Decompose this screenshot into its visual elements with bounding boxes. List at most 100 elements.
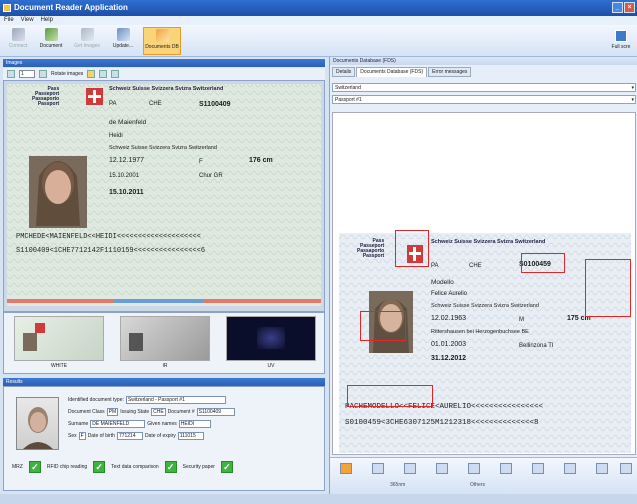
thumbnail-label-white: WHITE (50, 363, 68, 369)
text-compare-check-label: Text data comparison (111, 464, 159, 470)
connect-icon (11, 28, 25, 41)
light-coaxial-icon[interactable] (468, 463, 480, 474)
zoom-icon[interactable] (7, 70, 15, 78)
minimize-button[interactable]: _ (612, 2, 623, 13)
surname-field: DE MAIENFELD (90, 420, 146, 428)
refresh-icon[interactable] (111, 70, 120, 78)
update-icon (116, 28, 130, 41)
rfid-check-icon: ✓ (93, 461, 106, 473)
view-icon[interactable] (99, 70, 108, 78)
label-passport: Passport (37, 101, 60, 107)
documents-db-button[interactable]: Documents DB (143, 27, 181, 55)
doc-pob: Rittershausen bei Herzogenbuchsee BE (431, 329, 529, 335)
light-ovd-icon[interactable] (500, 463, 512, 474)
doc-height: 176 cm (249, 157, 273, 164)
light-white-icon[interactable] (340, 463, 352, 474)
right-panel-header: Documents Database (FDS) (330, 57, 637, 65)
light-extra-icon[interactable] (596, 463, 608, 474)
doc-code: CHE (469, 263, 482, 269)
database-icon (155, 29, 169, 42)
doc-class-field: PM (106, 408, 119, 416)
results-panel-header: Results (3, 378, 325, 386)
menu-help[interactable]: Help (41, 16, 53, 25)
mrz-line-2: S1100409<1CHE7712142F1110159<<<<<<<<<<<<… (16, 247, 206, 255)
check-region-photo (360, 311, 406, 341)
doc-dob: 12.02.1963 (431, 315, 467, 322)
doc-given: Heidi (109, 133, 123, 139)
doc-sex: F (199, 159, 203, 165)
thumbnail-uv[interactable] (226, 316, 316, 361)
connect-button[interactable]: Connect (3, 27, 33, 55)
passport-image-view[interactable]: Pass Passeport Passaporto Passport Schwe… (3, 80, 325, 312)
sex-field: F (78, 432, 86, 440)
security-paper-check-icon: ✓ (220, 461, 233, 473)
doc-expiry: 15.10.2011 (109, 189, 144, 196)
mrz-line-2: S0100459<3CHE6307125M1212318<<<<<<<<<<<<… (345, 419, 539, 427)
light-source-toolbar: 365nm Others (330, 457, 637, 494)
light-ir-icon[interactable] (372, 463, 384, 474)
doc-number-field: S1100409 (196, 408, 235, 416)
light-uv-icon[interactable] (404, 463, 416, 474)
document-button[interactable]: Document (36, 27, 66, 55)
chevron-down-icon: ▾ (631, 85, 634, 91)
page-number-input[interactable]: 1 (19, 70, 35, 78)
holder-photo (16, 397, 59, 450)
doc-issued: 15.10.2001 (109, 173, 140, 179)
get-images-button[interactable]: Get Images (72, 27, 102, 55)
doc-given: Felice Aurelio (431, 291, 468, 297)
fullscreen-icon (615, 30, 627, 42)
light-mode-icon[interactable] (564, 463, 576, 474)
reference-document-view[interactable]: Pass Passeport Passaporto Passport Schwe… (332, 112, 636, 455)
country-header: Schweiz Suisse Svizzera Svizra Switzerla… (109, 86, 224, 92)
doc-nationality: Schweiz Suisse Svizzera Svizra Switzerla… (109, 145, 217, 151)
menu-view[interactable]: View (21, 16, 34, 25)
light-icon[interactable] (87, 70, 96, 78)
mrz-check-label: MRZ (12, 464, 23, 470)
others-label[interactable]: Others (470, 482, 485, 488)
dob-field: 771214 (116, 432, 143, 440)
document-select[interactable]: Passport #1 ▾ (332, 95, 636, 104)
chevron-down-icon: ▾ (631, 97, 634, 103)
country-select[interactable]: Switzerland ▾ (332, 83, 636, 92)
doc-number: S1100409 (199, 101, 231, 108)
doc-pob: Chur GR (199, 173, 223, 179)
doc-code: CHE (149, 101, 162, 107)
right-tabs: Details Documents Database (FDS) Error m… (330, 67, 472, 77)
rfid-check-label: RFID chip reading (46, 464, 88, 470)
full-screen-button[interactable]: Full scre (608, 27, 634, 55)
given-names-field: HEIDI (178, 420, 211, 428)
images-icon (80, 28, 94, 41)
label-passport: Passport (362, 253, 385, 259)
app-icon (3, 4, 11, 12)
ribbon-toolbar: Connect Document Get Images Update... Do… (0, 25, 637, 57)
images-toolstrip: 1 Rotate images (3, 68, 325, 80)
images-panel-header: Images (3, 59, 325, 67)
expiry-field: 111015 (177, 432, 204, 440)
menu-file[interactable]: File (4, 16, 14, 25)
tab-error-messages[interactable]: Error messages (428, 67, 472, 77)
thumbnail-ir[interactable] (120, 316, 210, 361)
light-side-icon[interactable] (436, 463, 448, 474)
doc-type: PA (109, 101, 117, 107)
document-icon (44, 28, 58, 41)
tab-documents-database[interactable]: Documents Database (FDS) (356, 67, 428, 77)
thumbnail-white[interactable] (14, 316, 104, 361)
status-bar (0, 494, 637, 504)
doc-sex: M (519, 317, 524, 323)
doc-authority: Bellinzona TI (519, 343, 554, 349)
issuing-state-field: CHE (151, 408, 166, 416)
uv-365-label[interactable]: 365nm (390, 482, 405, 488)
close-button[interactable]: × (624, 2, 635, 13)
check-region-emblem (395, 230, 429, 267)
verification-checks: MRZ ✓ RFID chip reading ✓ Text data comp… (12, 461, 233, 473)
results-panel: Identified document type: Switzerland - … (3, 386, 325, 491)
update-button[interactable]: Update... (108, 27, 138, 55)
tab-details[interactable]: Details (332, 67, 356, 77)
doc-expiry: 31.12.2012 (431, 355, 467, 362)
fit-icon[interactable] (39, 70, 47, 78)
light-pattern-icon[interactable] (532, 463, 544, 474)
light-more-icon[interactable] (620, 463, 632, 474)
check-region-right (585, 259, 631, 317)
doc-issued: 01.01.2003 (431, 341, 467, 348)
rotate-images-dropdown[interactable]: Rotate images (51, 71, 83, 77)
